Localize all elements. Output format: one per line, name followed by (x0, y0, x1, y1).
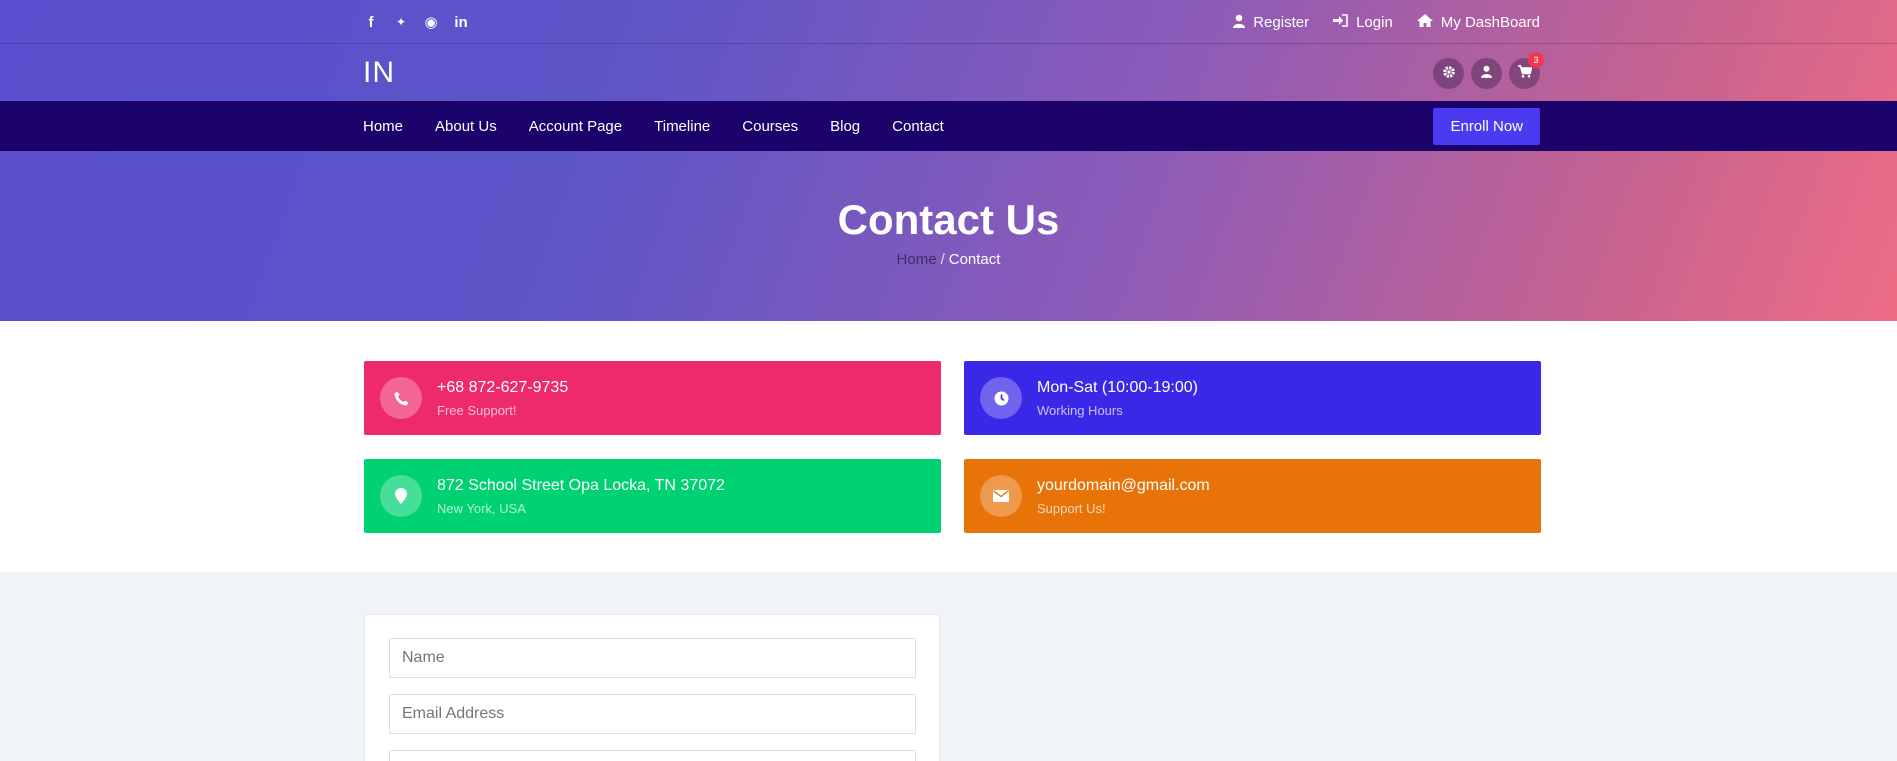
name-input[interactable] (389, 638, 916, 678)
cart-button[interactable]: 3 (1509, 51, 1544, 89)
user-icon (1481, 65, 1492, 81)
gear-icon (1442, 65, 1456, 82)
hours-card: Mon-Sat (10:00-19:00) Working Hours (964, 361, 1541, 435)
dashboard-link[interactable]: My DashBoard (1416, 13, 1540, 31)
settings-button[interactable] (1433, 57, 1464, 89)
phone-number: +68 872-627-9735 (437, 378, 569, 396)
home-icon (1416, 14, 1433, 30)
breadcrumb-current: Contact (948, 251, 1001, 268)
nav-item-timeline[interactable]: Timeline (654, 118, 710, 135)
register-link[interactable]: Register (1233, 14, 1309, 31)
nav-item-courses[interactable]: Courses (742, 118, 798, 135)
phone-icon (380, 377, 422, 419)
cart-count-badge: 3 (1528, 51, 1544, 68)
envelope-icon (980, 475, 1022, 517)
email-caption: Support Us! (1037, 500, 1106, 516)
working-hours-caption: Working Hours (1037, 402, 1123, 418)
login-label: Login (1356, 13, 1393, 31)
login-link[interactable]: Login (1333, 14, 1393, 31)
linkedin-icon[interactable]: in (453, 14, 469, 31)
top-bar: f ✦ ◉ in Register Login My DashBoard (0, 0, 1897, 44)
twitter-icon[interactable]: ✦ (393, 15, 409, 29)
email-card: yourdomain@gmail.com Support Us! (964, 459, 1541, 533)
nav-item-contact[interactable]: Contact (892, 118, 944, 135)
breadcrumb-separator: / (940, 251, 945, 268)
account-button[interactable] (1471, 57, 1502, 89)
working-hours: Mon-Sat (10:00-19:00) (1037, 378, 1198, 396)
breadcrumb-home-link[interactable]: Home (897, 251, 937, 268)
user-icon (1233, 14, 1246, 31)
email-input[interactable] (389, 694, 916, 734)
nav-item-about-us[interactable]: About Us (435, 118, 497, 135)
site-logo[interactable]: IN (363, 56, 395, 90)
dashboard-label: My DashBoard (1440, 13, 1540, 31)
nav-item-blog[interactable]: Blog (830, 118, 860, 135)
cart-icon (1517, 65, 1533, 81)
contact-form (364, 614, 940, 761)
main-nav: Home About Us Account Page Timeline Cour… (0, 101, 1897, 151)
subject-input[interactable] (389, 750, 916, 761)
contact-info-section: +68 872-627-9735 Free Support! Mon-Sat (… (0, 321, 1897, 572)
social-links: f ✦ ◉ in (363, 13, 469, 32)
nav-item-home[interactable]: Home (363, 118, 403, 135)
facebook-icon[interactable]: f (363, 14, 379, 31)
sign-in-icon (1333, 14, 1348, 30)
address-line: 872 School Street Opa Locka, TN 37072 (437, 476, 725, 494)
github-icon[interactable]: ◉ (423, 13, 439, 31)
brand-bar: IN 3 (0, 45, 1897, 101)
breadcrumb: Home / Contact (0, 251, 1897, 268)
map-pin-icon (380, 475, 422, 517)
address-city: New York, USA (437, 500, 526, 516)
register-label: Register (1253, 13, 1310, 31)
phone-caption: Free Support! (437, 402, 517, 418)
clock-icon (980, 377, 1022, 419)
page-title: Contact Us (837, 196, 1060, 243)
nav-item-account-page[interactable]: Account Page (529, 118, 622, 135)
email-address[interactable]: yourdomain@gmail.com (1037, 477, 1210, 495)
phone-card: +68 872-627-9735 Free Support! (364, 361, 941, 435)
address-card: 872 School Street Opa Locka, TN 37072 Ne… (364, 459, 941, 533)
enroll-now-button[interactable]: Enroll Now (1433, 107, 1540, 145)
